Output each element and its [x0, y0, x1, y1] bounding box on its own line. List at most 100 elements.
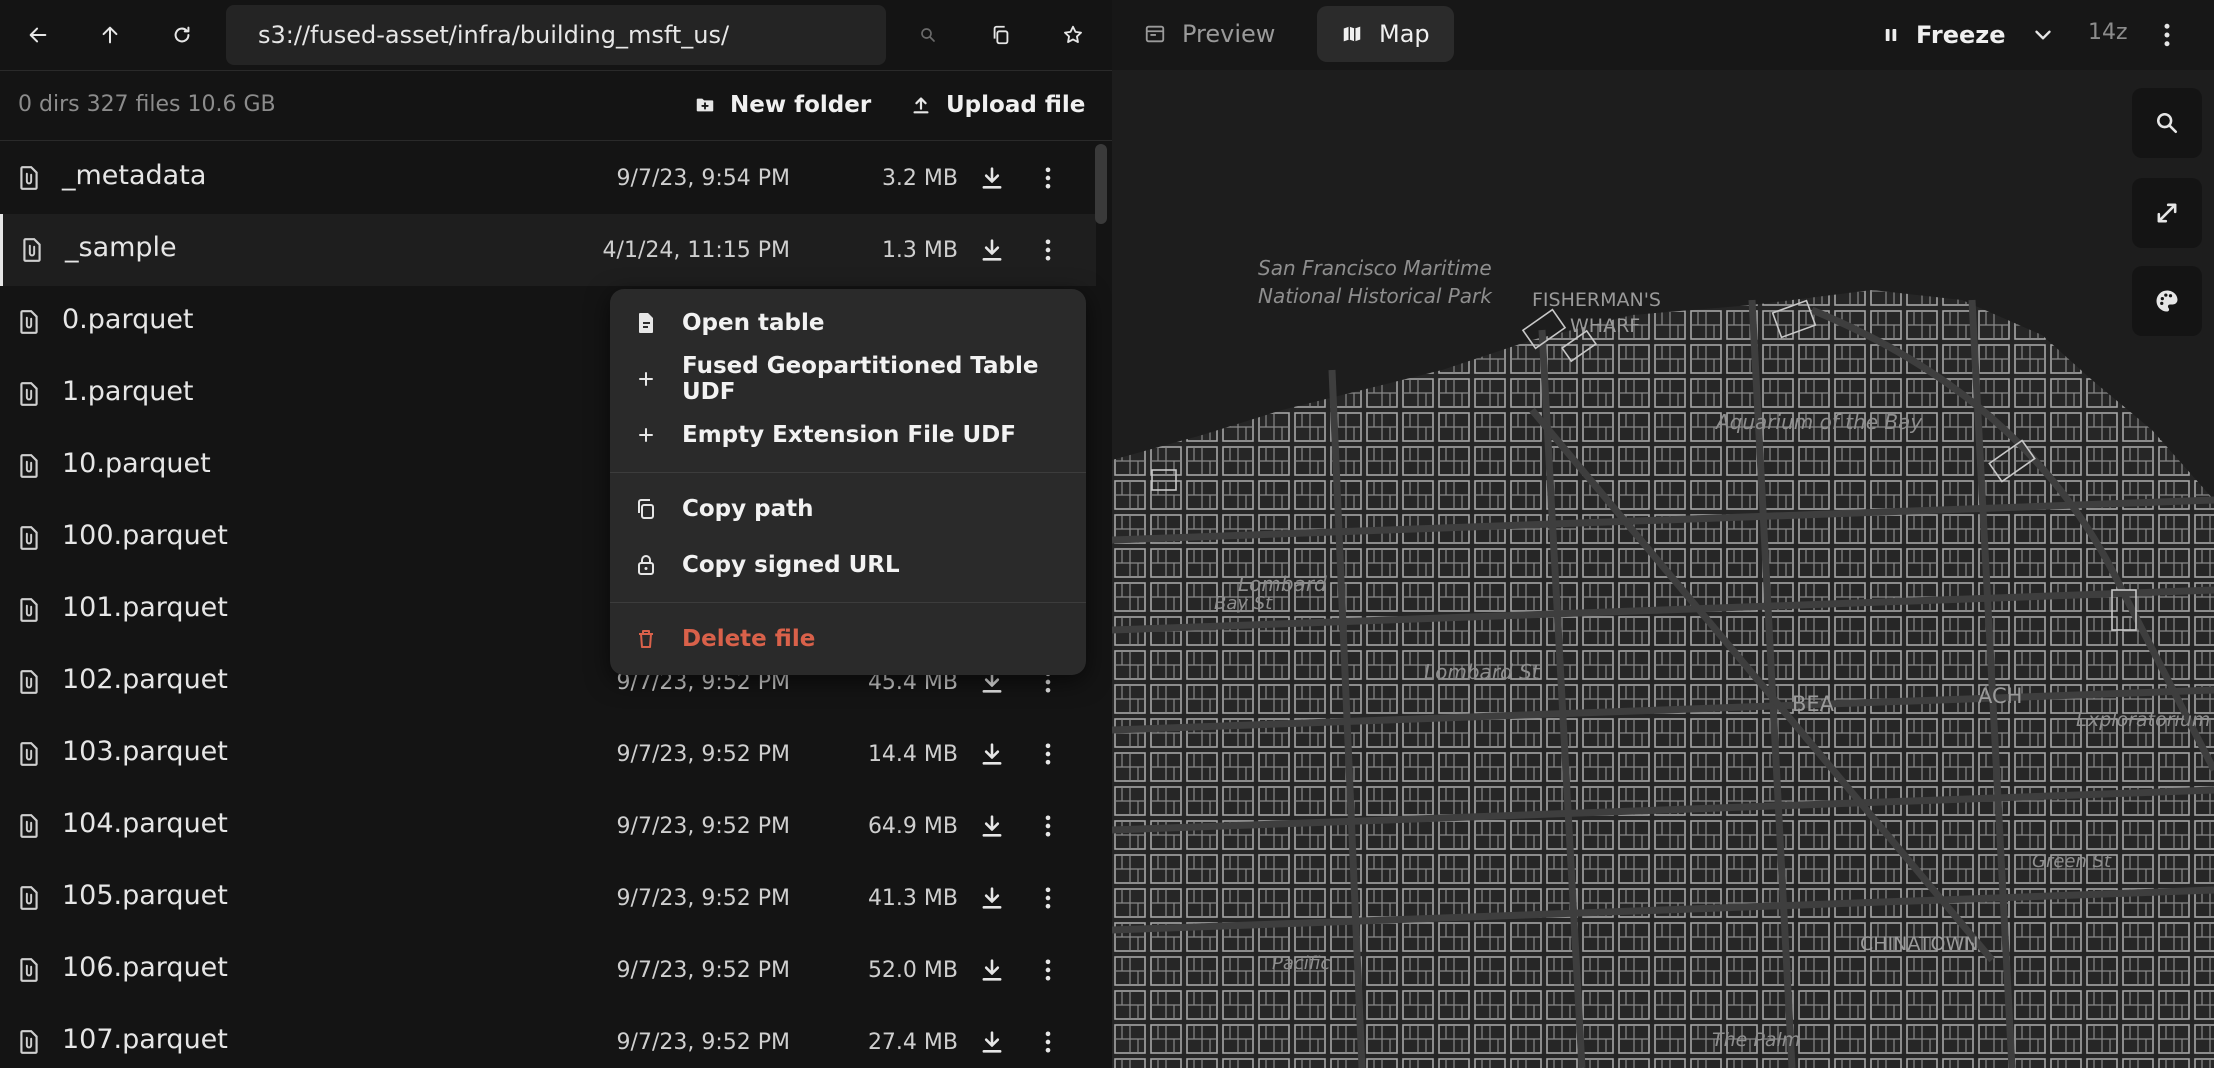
more-vertical-icon[interactable]: [1034, 740, 1062, 768]
file-icon: [20, 598, 38, 622]
back-button[interactable]: [16, 13, 60, 57]
file-modified-date: 9/7/23, 9:52 PM: [616, 1030, 790, 1055]
more-vertical-icon[interactable]: [1034, 812, 1062, 840]
map-panel: Preview Map Freeze 14z San Francisco Mar…: [1112, 0, 2214, 1068]
map-label: FISHERMAN'S: [1532, 289, 1661, 311]
tab-map[interactable]: Map: [1317, 6, 1454, 62]
menu-divider: [610, 472, 1086, 473]
file-row[interactable]: _sample 4/1/24, 11:15 PM 1.3 MB: [0, 214, 1096, 286]
path-input[interactable]: s3://fused-asset/infra/building_msft_us/: [226, 5, 886, 65]
map-label: Lombard St: [1424, 660, 1540, 684]
new-folder-button[interactable]: New folder: [694, 84, 871, 126]
file-name: _metadata: [62, 160, 207, 191]
up-button[interactable]: [88, 13, 132, 57]
more-vertical-icon[interactable]: [2152, 20, 2182, 50]
download-icon[interactable]: [978, 164, 1006, 192]
file-size: 64.9 MB: [867, 814, 958, 839]
more-vertical-icon[interactable]: [1034, 884, 1062, 912]
file-icon: [20, 886, 38, 910]
file-name: 1.parquet: [62, 376, 194, 407]
file-modified-date: 9/7/23, 9:52 PM: [616, 742, 790, 767]
file-icon: [20, 166, 38, 190]
zoom-level: 14z: [2088, 20, 2128, 45]
file-size: 14.4 MB: [867, 742, 958, 767]
map-basemap: [1112, 70, 2214, 1068]
tab-preview[interactable]: Preview: [1120, 6, 1299, 62]
download-icon[interactable]: [978, 812, 1006, 840]
favorite-button[interactable]: [1051, 13, 1095, 57]
file-row[interactable]: _metadata 9/7/23, 9:54 PM 3.2 MB: [0, 142, 1096, 214]
file-modified-date: 9/7/23, 9:52 PM: [616, 958, 790, 983]
plus-icon: [639, 428, 653, 442]
copy-path-button[interactable]: [979, 13, 1023, 57]
more-vertical-icon[interactable]: [1034, 236, 1062, 264]
file-modified-date: 9/7/23, 9:52 PM: [616, 814, 790, 839]
expand-icon: [2157, 203, 2177, 223]
file-icon: [20, 958, 38, 982]
map-fullscreen-button[interactable]: [2132, 178, 2202, 248]
file-row[interactable]: 104.parquet 9/7/23, 9:52 PM 64.9 MB: [0, 790, 1096, 862]
download-icon[interactable]: [978, 884, 1006, 912]
file-icon: [20, 814, 38, 838]
download-icon[interactable]: [978, 740, 1006, 768]
download-icon[interactable]: [978, 236, 1006, 264]
file-modified-date: 9/7/23, 9:52 PM: [616, 886, 790, 911]
file-size: 41.3 MB: [867, 886, 958, 911]
file-name: 101.parquet: [62, 592, 228, 623]
menu-item-open-table[interactable]: Open table: [610, 295, 1086, 351]
download-icon[interactable]: [978, 1028, 1006, 1056]
new-folder-label: New folder: [730, 92, 872, 118]
file-name: 100.parquet: [62, 520, 228, 551]
file-row[interactable]: 107.parquet 9/7/23, 9:52 PM 27.4 MB: [0, 1006, 1096, 1068]
trash-icon: [639, 630, 653, 648]
more-vertical-icon[interactable]: [1034, 1028, 1062, 1056]
file-name: 106.parquet: [62, 952, 228, 983]
file-row[interactable]: 106.parquet 9/7/23, 9:52 PM 52.0 MB: [0, 934, 1096, 1006]
map-style-button[interactable]: [2132, 266, 2202, 336]
map-label: ACH: [1978, 684, 2023, 708]
file-name: 105.parquet: [62, 880, 228, 911]
menu-item-label: Copy signed URL: [682, 552, 900, 578]
file-icon: [20, 382, 38, 406]
file-browser-toolbar: s3://fused-asset/infra/building_msft_us/: [0, 0, 1112, 71]
menu-item-delete-file[interactable]: Delete file: [610, 611, 1086, 667]
menu-divider: [610, 602, 1086, 603]
refresh-button[interactable]: [160, 13, 204, 57]
tab-map-label: Map: [1379, 20, 1430, 48]
search-button[interactable]: [906, 13, 950, 57]
menu-item-label: Copy path: [682, 496, 814, 522]
more-vertical-icon[interactable]: [1034, 956, 1062, 984]
file-row[interactable]: 105.parquet 9/7/23, 9:52 PM 41.3 MB: [0, 862, 1096, 934]
file-context-menu: Open table Fused Geopartitioned Table UD…: [610, 289, 1086, 675]
file-row[interactable]: 103.parquet 9/7/23, 9:52 PM 14.4 MB: [0, 718, 1096, 790]
path-text: s3://fused-asset/infra/building_msft_us/: [258, 21, 730, 49]
upload-file-button[interactable]: Upload file: [910, 84, 1085, 126]
menu-item-empty-extension-udf[interactable]: Empty Extension File UDF: [610, 407, 1086, 463]
copy-icon: [638, 499, 654, 519]
file-modified-date: 4/1/24, 11:15 PM: [602, 238, 790, 263]
preview-icon: [1145, 25, 1165, 43]
menu-item-copy-path[interactable]: Copy path: [610, 481, 1086, 537]
freeze-button[interactable]: Freeze: [1882, 14, 2006, 56]
upload-icon: [913, 97, 929, 114]
star-icon: [1064, 25, 1082, 43]
map-view[interactable]: San Francisco Maritime National Historic…: [1112, 70, 2214, 1068]
file-size: 1.3 MB: [881, 238, 958, 263]
map-label: BEA: [1792, 692, 1835, 716]
menu-item-fused-geopartitioned-udf[interactable]: Fused Geopartitioned Table UDF: [610, 351, 1086, 407]
file-icon: [20, 526, 38, 550]
map-label: Bay St: [1214, 593, 1273, 614]
pause-icon: [1885, 29, 1897, 41]
more-vertical-icon[interactable]: [1034, 164, 1062, 192]
menu-item-copy-signed-url[interactable]: Copy signed URL: [610, 537, 1086, 593]
menu-item-label: Empty Extension File UDF: [682, 422, 1016, 448]
upload-file-label: Upload file: [946, 92, 1086, 118]
map-label: WHARF: [1570, 315, 1641, 337]
map-icon: [1343, 26, 1361, 42]
chevron-down-icon[interactable]: [2030, 22, 2056, 48]
file-icon: [20, 742, 38, 766]
map-label: Exploratorium: [2076, 709, 2211, 731]
map-search-button[interactable]: [2132, 88, 2202, 158]
download-icon[interactable]: [978, 956, 1006, 984]
file-list-scrollbar[interactable]: [1095, 144, 1107, 224]
